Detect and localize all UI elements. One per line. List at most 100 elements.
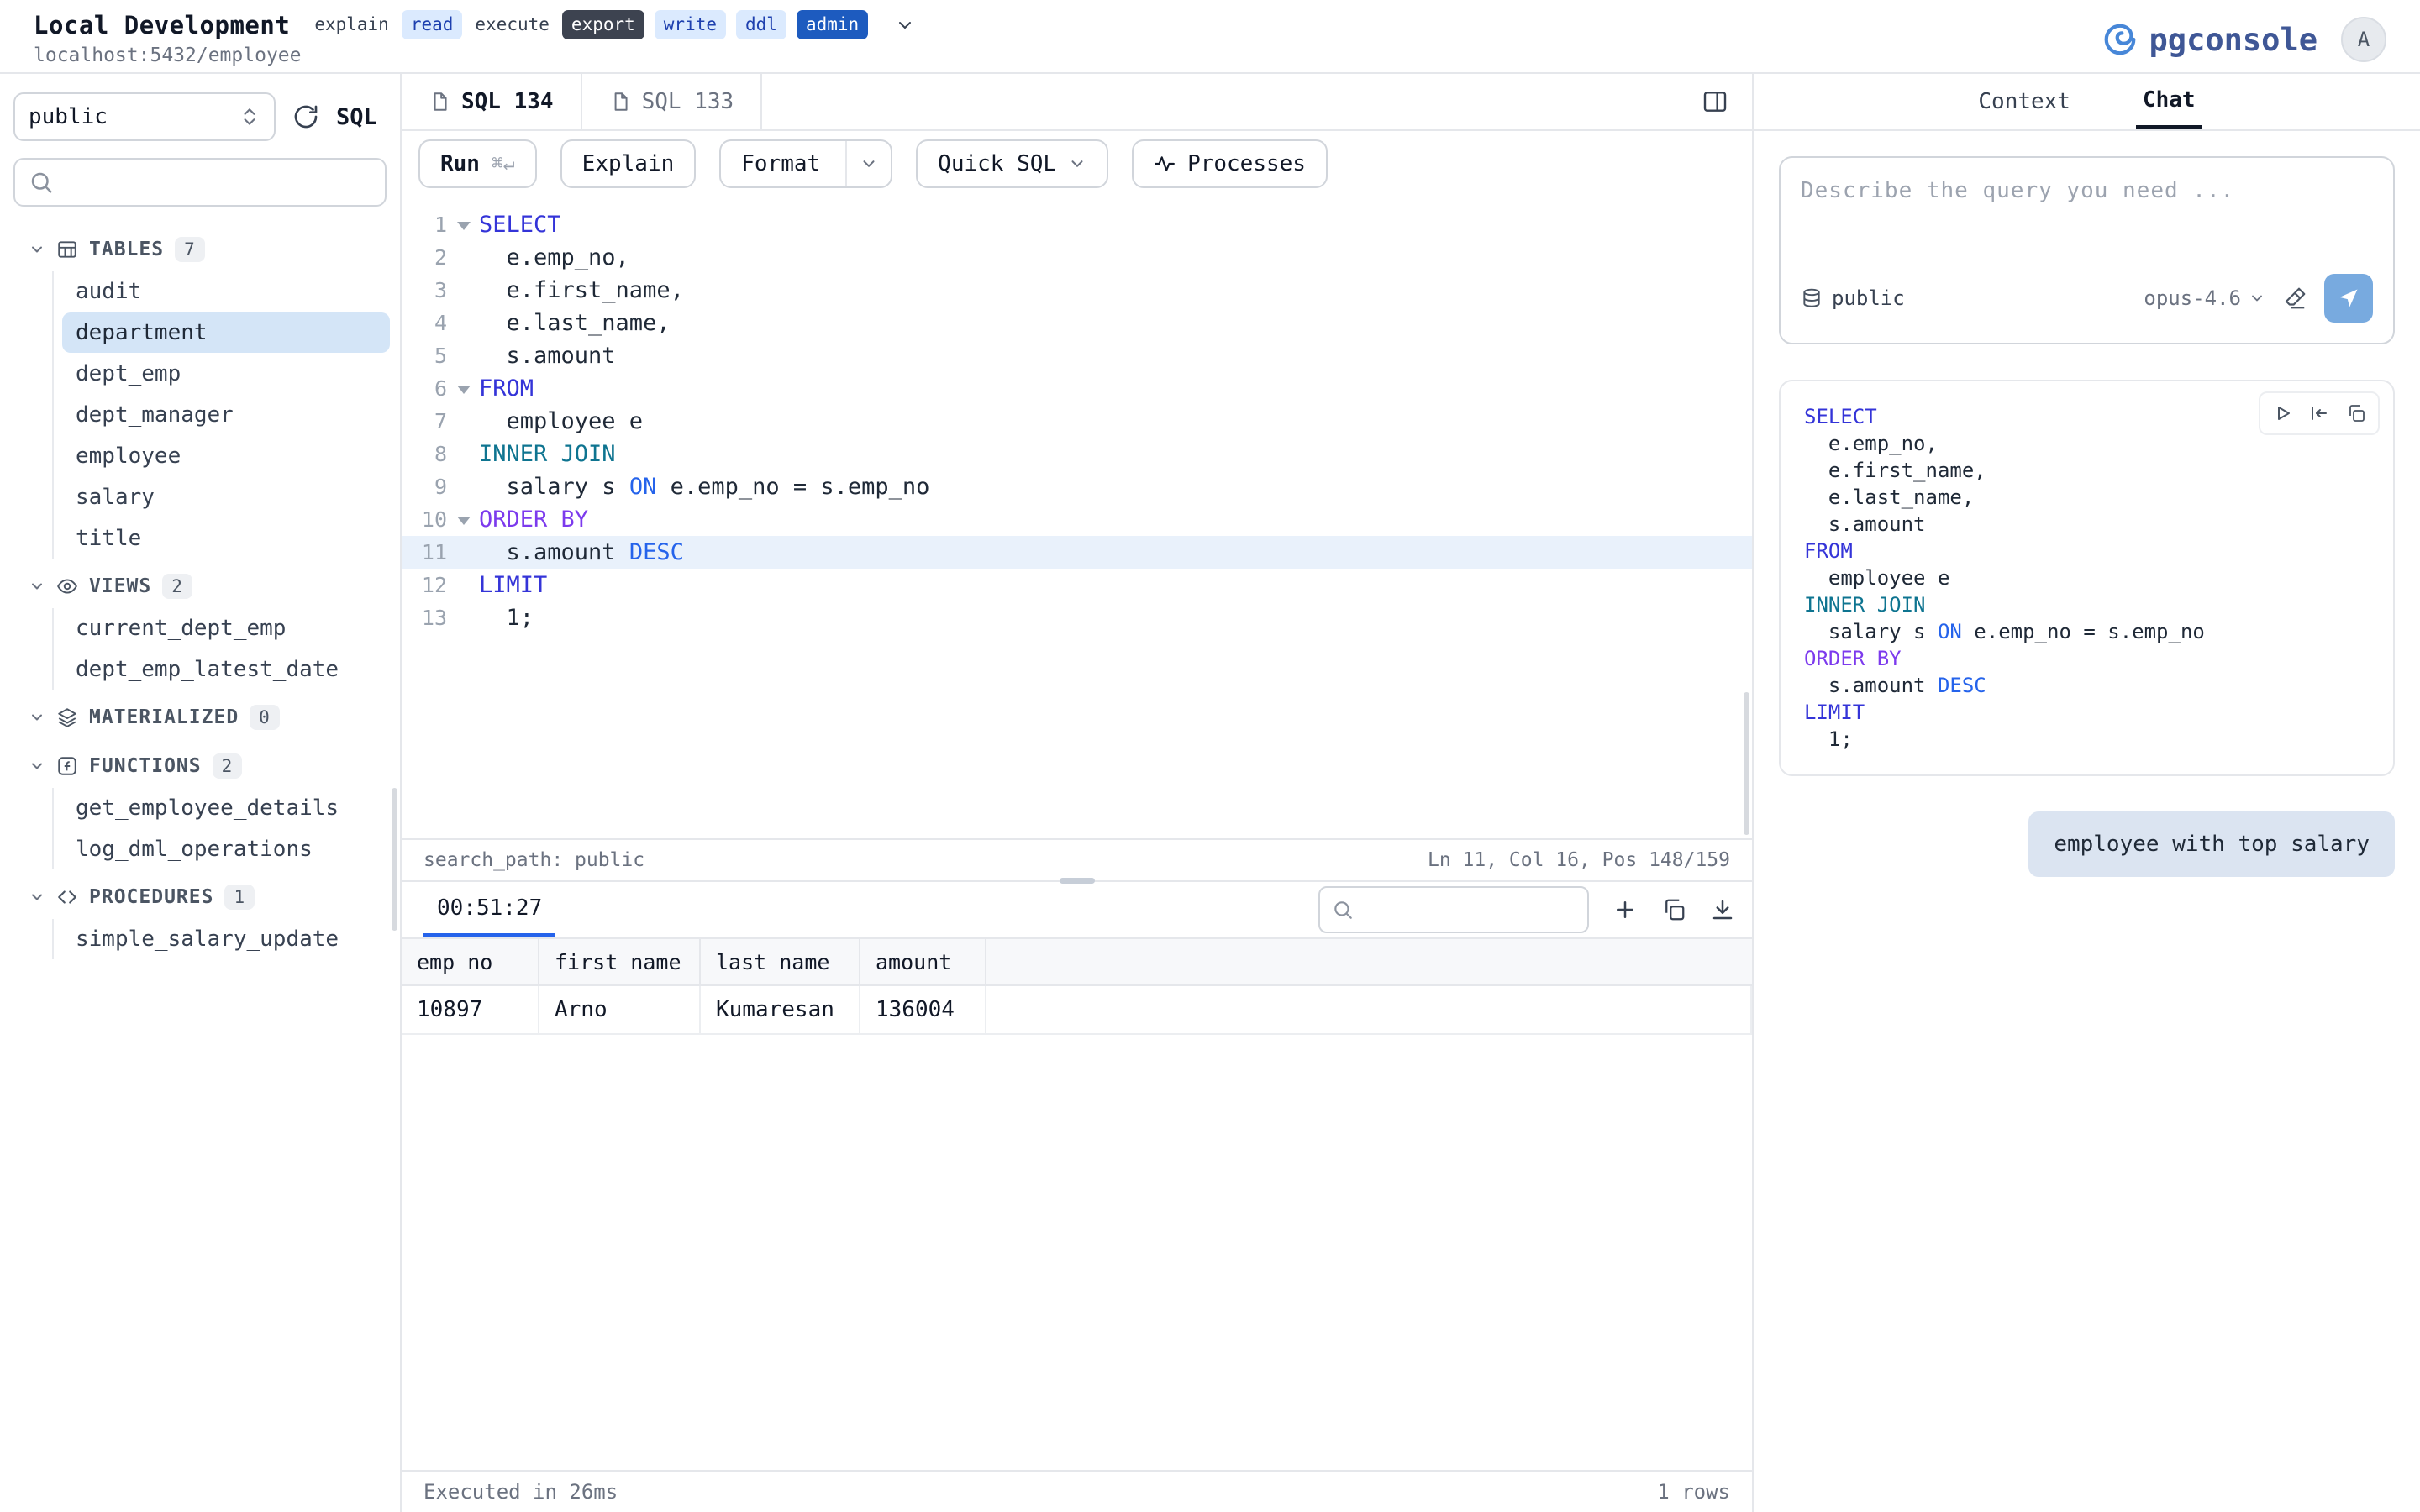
section-header-procedures[interactable]: PROCEDURES 1 [0,876,400,918]
editor-pane: SQL 134 SQL 133 Run ⌘↵ Explain For [402,74,1752,1512]
splitter-handle[interactable] [1060,878,1095,884]
cell-last-name[interactable]: Kumaresan [701,986,860,1033]
explain-button[interactable]: Explain [560,139,697,188]
code-brackets-icon [56,886,78,908]
column-header[interactable]: last_name [701,939,860,984]
search-icon [1332,899,1354,921]
sidebar-item-employee[interactable]: employee [62,436,390,476]
run-shortcut: ⌘↵ [492,153,515,175]
table-row[interactable]: 10897 Arno Kumaresan 136004 [402,986,1752,1035]
schema-context-chip[interactable]: public [1801,286,1905,310]
line-number: 4 [434,307,447,339]
section-tables: TABLES 7 audit department dept_emp dept_… [0,228,400,559]
tab-sql-133[interactable]: SQL 133 [582,74,763,129]
line-number: 10 [422,503,447,536]
sidebar-search[interactable] [13,158,387,207]
avatar[interactable]: A [2341,17,2386,62]
sidebar-item-dept-emp[interactable]: dept_emp [62,354,390,394]
results-search[interactable] [1318,886,1589,933]
tab-chat[interactable]: Chat [2136,74,2202,129]
column-header[interactable]: first_name [539,939,701,984]
fold-icon[interactable] [457,222,471,230]
section-count: 0 [250,705,280,730]
cell-first-name[interactable]: Arno [539,986,701,1033]
send-button[interactable] [2324,274,2373,323]
sidebar-search-input[interactable] [64,170,371,195]
sidebar-item-simple-salary-update[interactable]: simple_salary_update [62,919,390,959]
section-header-materialized[interactable]: MATERIALIZED 0 [0,696,400,738]
tab-context[interactable]: Context [1971,74,2077,129]
badge-export: export [562,10,644,39]
sidebar-item-dept-emp-latest-date[interactable]: dept_emp_latest_date [62,649,390,690]
chevron-down-icon [2249,290,2265,307]
format-dropdown-chevron-icon[interactable] [845,141,891,186]
refresh-icon[interactable] [292,103,319,130]
section-count: 7 [175,237,205,262]
results-footer: Executed in 26ms 1 rows [402,1470,1752,1512]
chat-input-card: public opus-4.6 [1779,156,2395,344]
copy-snippet-icon[interactable] [2339,396,2373,430]
connection-string: localhost:5432/employee [34,45,915,66]
panel-toggle-icon[interactable] [1678,74,1752,129]
layers-icon [56,706,78,728]
sidebar-scrollbar[interactable] [392,788,397,931]
model-selector[interactable]: opus-4.6 [2144,286,2265,310]
sidebar-item-current-dept-emp[interactable]: current_dept_emp [62,608,390,648]
file-icon [429,91,450,113]
sidebar-item-salary[interactable]: salary [62,477,390,517]
sidebar-item-get-employee-details[interactable]: get_employee_details [62,788,390,828]
cell-amount[interactable]: 136004 [860,986,986,1033]
file-icon [609,91,631,113]
assistant-panel: Context Chat public opus-4.6 [1752,74,2420,1512]
line-number: 7 [434,405,447,438]
run-button[interactable]: Run ⌘↵ [418,139,537,188]
editor-statusbar: search_path: public Ln 11, Col 16, Pos 1… [402,838,1752,880]
section-header-tables[interactable]: TABLES 7 [0,228,400,270]
result-timer-tab[interactable]: 00:51:27 [424,882,555,937]
editor-scrollbar[interactable] [1744,692,1749,835]
environment-title: Local Development [34,11,290,39]
copy-results-icon[interactable] [1661,897,1686,922]
activity-icon [1154,153,1176,175]
sidebar-item-department[interactable]: department [62,312,390,353]
insert-snippet-icon[interactable] [2302,396,2336,430]
section-header-views[interactable]: VIEWS 2 [0,565,400,607]
sidebar-item-dept-manager[interactable]: dept_manager [62,395,390,435]
row-count: 1 rows [1657,1480,1730,1504]
sidebar-item-audit[interactable]: audit [62,271,390,312]
badges-expand-chevron-icon[interactable] [895,15,915,35]
line-number: 2 [434,241,447,274]
processes-button[interactable]: Processes [1132,139,1328,188]
cell-emp-no[interactable]: 10897 [402,986,539,1033]
quick-sql-button[interactable]: Quick SQL [916,139,1108,188]
run-snippet-icon[interactable] [2265,396,2299,430]
format-button[interactable]: Format [719,139,892,188]
sidebar-item-title[interactable]: title [62,518,390,559]
add-tab-icon[interactable] [1612,897,1638,922]
editor-toolbar: Run ⌘↵ Explain Format Quick SQL [402,131,1752,197]
results-header-row: emp_no first_name last_name amount [402,939,1752,986]
column-header[interactable]: amount [860,939,986,984]
section-header-functions[interactable]: FUNCTIONS 2 [0,745,400,787]
sql-editor[interactable]: 1SELECT 2 e.emp_no, 3 e.first_name, 4 e.… [402,197,1752,838]
clear-chat-icon[interactable] [2282,286,2307,311]
download-results-icon[interactable] [1710,897,1735,922]
cursor-position-status: Ln 11, Col 16, Pos 148/159 [1428,849,1730,871]
sql-mode-label[interactable]: SQL [336,104,377,130]
chevron-down-icon [29,709,45,726]
badge-write: write [655,10,726,39]
schema-selector[interactable]: public [13,92,276,141]
app-header: Local Development explain read execute e… [0,0,2420,74]
tab-sql-134[interactable]: SQL 134 [402,74,582,129]
results-search-input[interactable] [1362,898,1576,921]
line-number: 1 [434,208,447,241]
pgconsole-logo-icon [2101,20,2139,59]
column-header[interactable]: emp_no [402,939,539,984]
fold-icon[interactable] [457,517,471,525]
chat-input[interactable] [1801,178,2373,255]
fold-icon[interactable] [457,386,471,394]
badge-admin: admin [797,10,868,39]
section-label: TABLES [89,239,164,260]
section-materialized: MATERIALIZED 0 [0,696,400,738]
sidebar-item-log-dml-operations[interactable]: log_dml_operations [62,829,390,869]
